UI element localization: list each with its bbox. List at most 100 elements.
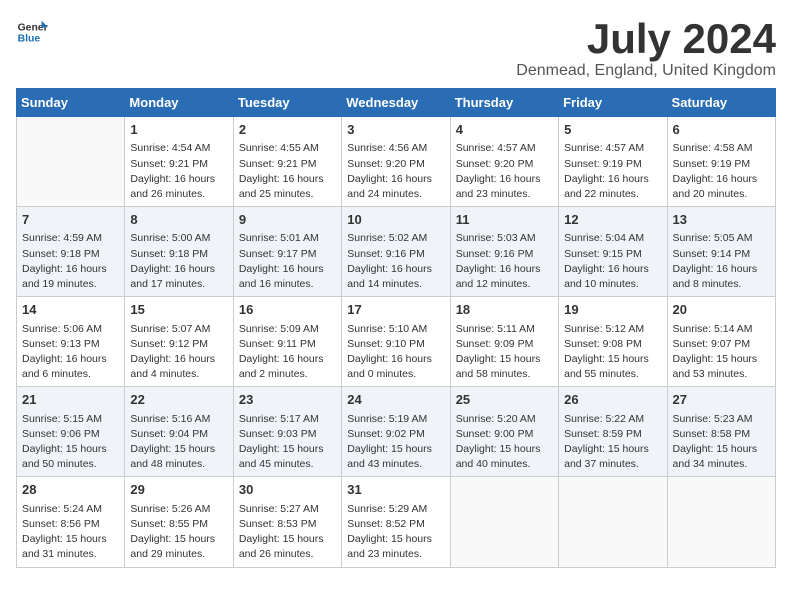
day-number: 8 xyxy=(130,211,227,229)
day-info: Sunrise: 5:02 AMSunset: 9:16 PMDaylight:… xyxy=(347,231,444,292)
calendar-cell: 8 Sunrise: 5:00 AMSunset: 9:18 PMDaylight… xyxy=(125,207,233,297)
day-number: 2 xyxy=(239,121,336,139)
day-info: Sunrise: 4:58 AMSunset: 9:19 PMDaylight:… xyxy=(673,141,770,202)
week-row-3: 21 Sunrise: 5:15 AMSunset: 9:06 PMDayligh… xyxy=(17,387,776,477)
calendar-cell: 17Sunrise: 5:10 AMSunset: 9:10 PMDayligh… xyxy=(342,297,450,387)
calendar-cell: 14 Sunrise: 5:06 AMSunset: 9:13 PMDayligh… xyxy=(17,297,125,387)
day-info: Sunrise: 4:57 AMSunset: 9:19 PMDaylight:… xyxy=(564,141,661,202)
col-friday: Friday xyxy=(559,89,667,117)
day-info: Sunrise: 5:01 AMSunset: 9:17 PMDaylight:… xyxy=(239,231,336,292)
day-info: Sunrise: 5:14 AMSunset: 9:07 PMDaylight:… xyxy=(673,322,770,383)
day-info: Sunrise: 5:06 AMSunset: 9:13 PMDaylight:… xyxy=(22,322,119,383)
day-info: Sunrise: 5:15 AMSunset: 9:06 PMDaylight:… xyxy=(22,412,119,473)
day-number: 11 xyxy=(456,211,553,229)
day-info: Sunrise: 5:26 AMSunset: 8:55 PMDaylight:… xyxy=(130,502,227,563)
calendar-cell: 18Sunrise: 5:11 AMSunset: 9:09 PMDayligh… xyxy=(450,297,558,387)
day-number: 30 xyxy=(239,481,336,499)
calendar-cell: 11 Sunrise: 5:03 AMSunset: 9:16 PMDayligh… xyxy=(450,207,558,297)
calendar-cell: 2 Sunrise: 4:55 AMSunset: 9:21 PMDaylight… xyxy=(233,117,341,207)
day-number: 23 xyxy=(239,391,336,409)
day-info: Sunrise: 5:22 AMSunset: 8:59 PMDaylight:… xyxy=(564,412,661,473)
day-number: 16 xyxy=(239,301,336,319)
day-info: Sunrise: 5:17 AMSunset: 9:03 PMDaylight:… xyxy=(239,412,336,473)
calendar-cell: 31 Sunrise: 5:29 AMSunset: 8:52 PMDayligh… xyxy=(342,477,450,567)
day-number: 20 xyxy=(673,301,770,319)
day-info: Sunrise: 5:05 AMSunset: 9:14 PMDaylight:… xyxy=(673,231,770,292)
day-info: Sunrise: 5:09 AMSunset: 9:11 PMDaylight:… xyxy=(239,322,336,383)
calendar-cell: 19 Sunrise: 5:12 AMSunset: 9:08 PMDayligh… xyxy=(559,297,667,387)
day-info: Sunrise: 4:55 AMSunset: 9:21 PMDaylight:… xyxy=(239,141,336,202)
calendar-cell: 10Sunrise: 5:02 AMSunset: 9:16 PMDayligh… xyxy=(342,207,450,297)
calendar-cell: 30Sunrise: 5:27 AMSunset: 8:53 PMDayligh… xyxy=(233,477,341,567)
week-row-1: 7 Sunrise: 4:59 AMSunset: 9:18 PMDaylight… xyxy=(17,207,776,297)
day-info: Sunrise: 4:56 AMSunset: 9:20 PMDaylight:… xyxy=(347,141,444,202)
calendar-cell: 9 Sunrise: 5:01 AMSunset: 9:17 PMDaylight… xyxy=(233,207,341,297)
calendar-cell: 4Sunrise: 4:57 AMSunset: 9:20 PMDaylight… xyxy=(450,117,558,207)
logo-icon: General Blue xyxy=(16,16,48,48)
day-info: Sunrise: 5:03 AMSunset: 9:16 PMDaylight:… xyxy=(456,231,553,292)
calendar-cell: 22Sunrise: 5:16 AMSunset: 9:04 PMDayligh… xyxy=(125,387,233,477)
day-number: 17 xyxy=(347,301,444,319)
logo: General Blue xyxy=(16,16,48,48)
day-number: 14 xyxy=(22,301,119,319)
day-number: 25 xyxy=(456,391,553,409)
day-number: 29 xyxy=(130,481,227,499)
calendar-cell: 1Sunrise: 4:54 AMSunset: 9:21 PMDaylight… xyxy=(125,117,233,207)
day-number: 12 xyxy=(564,211,661,229)
day-info: Sunrise: 4:59 AMSunset: 9:18 PMDaylight:… xyxy=(22,231,119,292)
col-saturday: Saturday xyxy=(667,89,775,117)
calendar-cell xyxy=(17,117,125,207)
calendar-cell: 20 Sunrise: 5:14 AMSunset: 9:07 PMDayligh… xyxy=(667,297,775,387)
day-info: Sunrise: 5:23 AMSunset: 8:58 PMDaylight:… xyxy=(673,412,770,473)
title-area: July 2024 Denmead, England, United Kingd… xyxy=(516,16,776,80)
calendar-cell xyxy=(559,477,667,567)
calendar-cell xyxy=(667,477,775,567)
col-tuesday: Tuesday xyxy=(233,89,341,117)
calendar-cell: 26 Sunrise: 5:22 AMSunset: 8:59 PMDayligh… xyxy=(559,387,667,477)
calendar-table: Sunday Monday Tuesday Wednesday Thursday… xyxy=(16,88,776,567)
day-info: Sunrise: 5:24 AMSunset: 8:56 PMDaylight:… xyxy=(22,502,119,563)
day-number: 6 xyxy=(673,121,770,139)
calendar-cell xyxy=(450,477,558,567)
day-number: 31 xyxy=(347,481,444,499)
svg-text:Blue: Blue xyxy=(18,34,41,45)
calendar-cell: 15 Sunrise: 5:07 AMSunset: 9:12 PMDayligh… xyxy=(125,297,233,387)
day-info: Sunrise: 5:19 AMSunset: 9:02 PMDaylight:… xyxy=(347,412,444,473)
month-title: July 2024 xyxy=(516,16,776,62)
calendar-cell: 28 Sunrise: 5:24 AMSunset: 8:56 PMDayligh… xyxy=(17,477,125,567)
day-number: 5 xyxy=(564,121,661,139)
col-thursday: Thursday xyxy=(450,89,558,117)
day-number: 9 xyxy=(239,211,336,229)
day-number: 1 xyxy=(130,121,227,139)
week-row-0: 1Sunrise: 4:54 AMSunset: 9:21 PMDaylight… xyxy=(17,117,776,207)
day-number: 19 xyxy=(564,301,661,319)
location-title: Denmead, England, United Kingdom xyxy=(516,62,776,80)
calendar-cell: 24Sunrise: 5:19 AMSunset: 9:02 PMDayligh… xyxy=(342,387,450,477)
week-row-4: 28 Sunrise: 5:24 AMSunset: 8:56 PMDayligh… xyxy=(17,477,776,567)
calendar-cell: 5 Sunrise: 4:57 AMSunset: 9:19 PMDaylight… xyxy=(559,117,667,207)
day-number: 13 xyxy=(673,211,770,229)
calendar-cell: 13 Sunrise: 5:05 AMSunset: 9:14 PMDayligh… xyxy=(667,207,775,297)
header-row: Sunday Monday Tuesday Wednesday Thursday… xyxy=(17,89,776,117)
day-number: 15 xyxy=(130,301,227,319)
day-info: Sunrise: 5:20 AMSunset: 9:00 PMDaylight:… xyxy=(456,412,553,473)
calendar-cell: 21 Sunrise: 5:15 AMSunset: 9:06 PMDayligh… xyxy=(17,387,125,477)
calendar-cell: 23 Sunrise: 5:17 AMSunset: 9:03 PMDayligh… xyxy=(233,387,341,477)
calendar-cell: 25 Sunrise: 5:20 AMSunset: 9:00 PMDayligh… xyxy=(450,387,558,477)
calendar-cell: 3 Sunrise: 4:56 AMSunset: 9:20 PMDaylight… xyxy=(342,117,450,207)
day-info: Sunrise: 5:04 AMSunset: 9:15 PMDaylight:… xyxy=(564,231,661,292)
col-wednesday: Wednesday xyxy=(342,89,450,117)
calendar-cell: 12 Sunrise: 5:04 AMSunset: 9:15 PMDayligh… xyxy=(559,207,667,297)
day-number: 7 xyxy=(22,211,119,229)
day-info: Sunrise: 5:29 AMSunset: 8:52 PMDaylight:… xyxy=(347,502,444,563)
day-info: Sunrise: 5:00 AMSunset: 9:18 PMDaylight:… xyxy=(130,231,227,292)
day-info: Sunrise: 5:07 AMSunset: 9:12 PMDaylight:… xyxy=(130,322,227,383)
day-number: 22 xyxy=(130,391,227,409)
week-row-2: 14 Sunrise: 5:06 AMSunset: 9:13 PMDayligh… xyxy=(17,297,776,387)
day-number: 21 xyxy=(22,391,119,409)
day-number: 3 xyxy=(347,121,444,139)
calendar-cell: 6 Sunrise: 4:58 AMSunset: 9:19 PMDaylight… xyxy=(667,117,775,207)
day-info: Sunrise: 5:12 AMSunset: 9:08 PMDaylight:… xyxy=(564,322,661,383)
day-number: 26 xyxy=(564,391,661,409)
day-number: 28 xyxy=(22,481,119,499)
